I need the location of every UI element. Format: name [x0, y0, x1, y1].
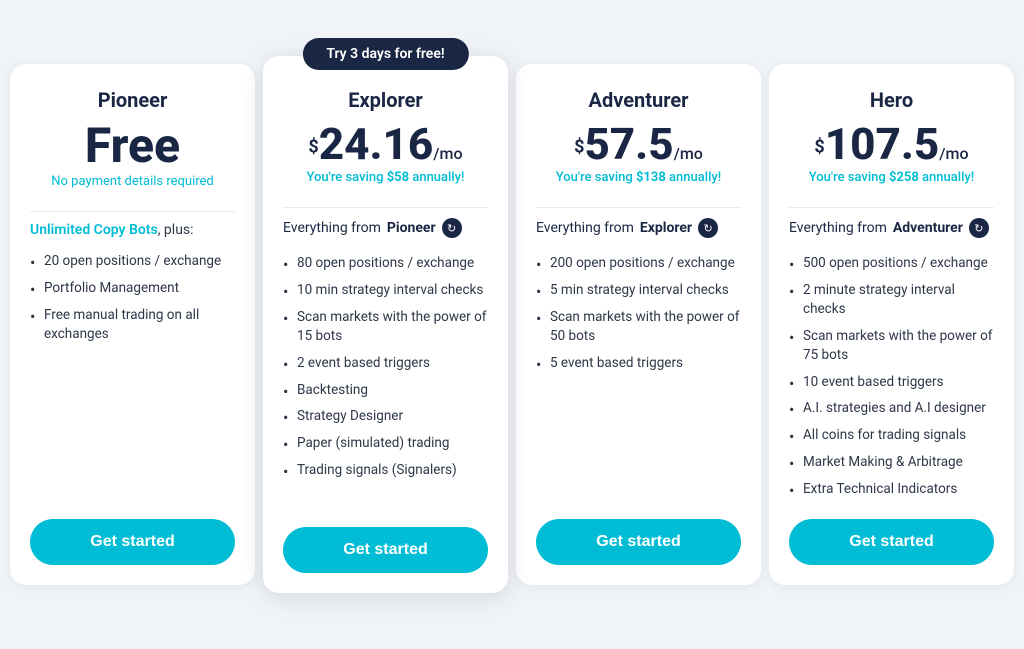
adventurer-feature-3: Scan markets with the power of 50 bots — [536, 304, 741, 350]
adventurer-saving-amount: $138 — [636, 170, 666, 185]
pioneer-feature-3: Free manual trading on all exchanges — [30, 302, 235, 348]
adventurer-period: /mo — [674, 144, 703, 163]
hero-plan-name: Hero — [789, 88, 994, 112]
explorer-try-banner: Try 3 days for free! — [302, 38, 468, 70]
adventurer-feature-1: 200 open positions / exchange — [536, 250, 741, 277]
pioneer-feature-1: 20 open positions / exchange — [30, 248, 235, 275]
adventurer-feature-4: 5 event based triggers — [536, 350, 741, 377]
adventurer-features: 200 open positions / exchange 5 min stra… — [536, 250, 741, 503]
pioneer-feature-2: Portfolio Management — [30, 275, 235, 302]
hero-everything-from: Everything from Adventurer ↻ — [789, 218, 994, 238]
pioneer-price: Free — [30, 122, 235, 170]
hero-amount: 107.5 — [825, 118, 940, 170]
adventurer-cta-button[interactable]: Get started — [536, 519, 741, 565]
explorer-saving: You're saving $58 annually! — [283, 170, 488, 185]
explorer-feature-6: Strategy Designer — [283, 403, 488, 430]
hero-price: $107.5/mo — [789, 122, 994, 166]
adventurer-saving: You're saving $138 annually! — [536, 170, 741, 185]
pioneer-cta-button[interactable]: Get started — [30, 519, 235, 565]
hero-currency: $ — [814, 137, 824, 158]
hero-feature-4: 10 event based triggers — [789, 369, 994, 396]
explorer-period: /mo — [433, 144, 462, 163]
hero-feature-3: Scan markets with the power of 75 bots — [789, 323, 994, 369]
hero-feature-2: 2 minute strategy interval checks — [789, 277, 994, 323]
explorer-cta-button[interactable]: Get started — [283, 527, 488, 573]
explorer-currency: $ — [308, 137, 318, 158]
explorer-feature-1: 80 open positions / exchange — [283, 250, 488, 277]
hero-divider — [789, 207, 994, 208]
hero-period: /mo — [939, 144, 968, 163]
hero-feature-7: Market Making & Arbitrage — [789, 449, 994, 476]
unlimited-copy-link: Unlimited Copy Bots — [30, 222, 158, 238]
explorer-feature-3: Scan markets with the power of 15 bots — [283, 304, 488, 350]
explorer-refresh-icon: ↻ — [442, 218, 462, 238]
hero-from-plan: Adventurer — [893, 220, 963, 236]
hero-saving-amount: $258 — [889, 170, 919, 185]
adventurer-plan-name: Adventurer — [536, 88, 741, 112]
hero-feature-1: 500 open positions / exchange — [789, 250, 994, 277]
pioneer-features: 20 open positions / exchange Portfolio M… — [30, 248, 235, 503]
adventurer-everything-from: Everything from Explorer ↻ — [536, 218, 741, 238]
explorer-price: $24.16/mo — [283, 122, 488, 166]
explorer-divider — [283, 207, 488, 208]
explorer-saving-amount: $58 — [387, 170, 409, 185]
adventurer-divider — [536, 207, 741, 208]
explorer-everything-from: Everything from Pioneer ↻ — [283, 218, 488, 238]
explorer-plan-name: Explorer — [283, 88, 488, 112]
explorer-from-plan: Pioneer — [387, 220, 436, 236]
pioneer-no-payment: No payment details required — [30, 174, 235, 189]
explorer-feature-5: Backtesting — [283, 377, 488, 404]
hero-saving: You're saving $258 annually! — [789, 170, 994, 185]
explorer-features: 80 open positions / exchange 10 min stra… — [283, 250, 488, 511]
pioneer-divider — [30, 211, 235, 212]
pioneer-plan-name: Pioneer — [30, 88, 235, 112]
adventurer-currency: $ — [574, 137, 584, 158]
adventurer-from-plan: Explorer — [640, 220, 692, 236]
pioneer-price-amount: Free — [85, 117, 180, 174]
adventurer-refresh-icon: ↻ — [698, 218, 718, 238]
plan-adventurer: Adventurer $57.5/mo You're saving $138 a… — [516, 64, 761, 585]
hero-cta-button[interactable]: Get started — [789, 519, 994, 565]
pricing-wrapper: Pioneer Free No payment details required… — [10, 64, 1014, 585]
explorer-amount: 24.16 — [319, 118, 434, 170]
explorer-feature-7: Paper (simulated) trading — [283, 430, 488, 457]
plan-hero: Hero $107.5/mo You're saving $258 annual… — [769, 64, 1014, 585]
adventurer-price: $57.5/mo — [536, 122, 741, 166]
adventurer-feature-2: 5 min strategy interval checks — [536, 277, 741, 304]
hero-refresh-icon: ↻ — [969, 218, 989, 238]
hero-features: 500 open positions / exchange 2 minute s… — [789, 250, 994, 503]
explorer-feature-4: 2 event based triggers — [283, 350, 488, 377]
hero-feature-6: All coins for trading signals — [789, 422, 994, 449]
plan-explorer: Try 3 days for free! Explorer $24.16/mo … — [263, 56, 508, 593]
hero-feature-8: Extra Technical Indicators — [789, 476, 994, 503]
plan-pioneer: Pioneer Free No payment details required… — [10, 64, 255, 585]
hero-feature-5: A.I. strategies and A.I designer — [789, 395, 994, 422]
pioneer-unlimited-copy: Unlimited Copy Bots, plus: — [30, 222, 235, 238]
adventurer-amount: 57.5 — [584, 118, 673, 170]
explorer-feature-8: Trading signals (Signalers) — [283, 457, 488, 484]
explorer-feature-2: 10 min strategy interval checks — [283, 277, 488, 304]
